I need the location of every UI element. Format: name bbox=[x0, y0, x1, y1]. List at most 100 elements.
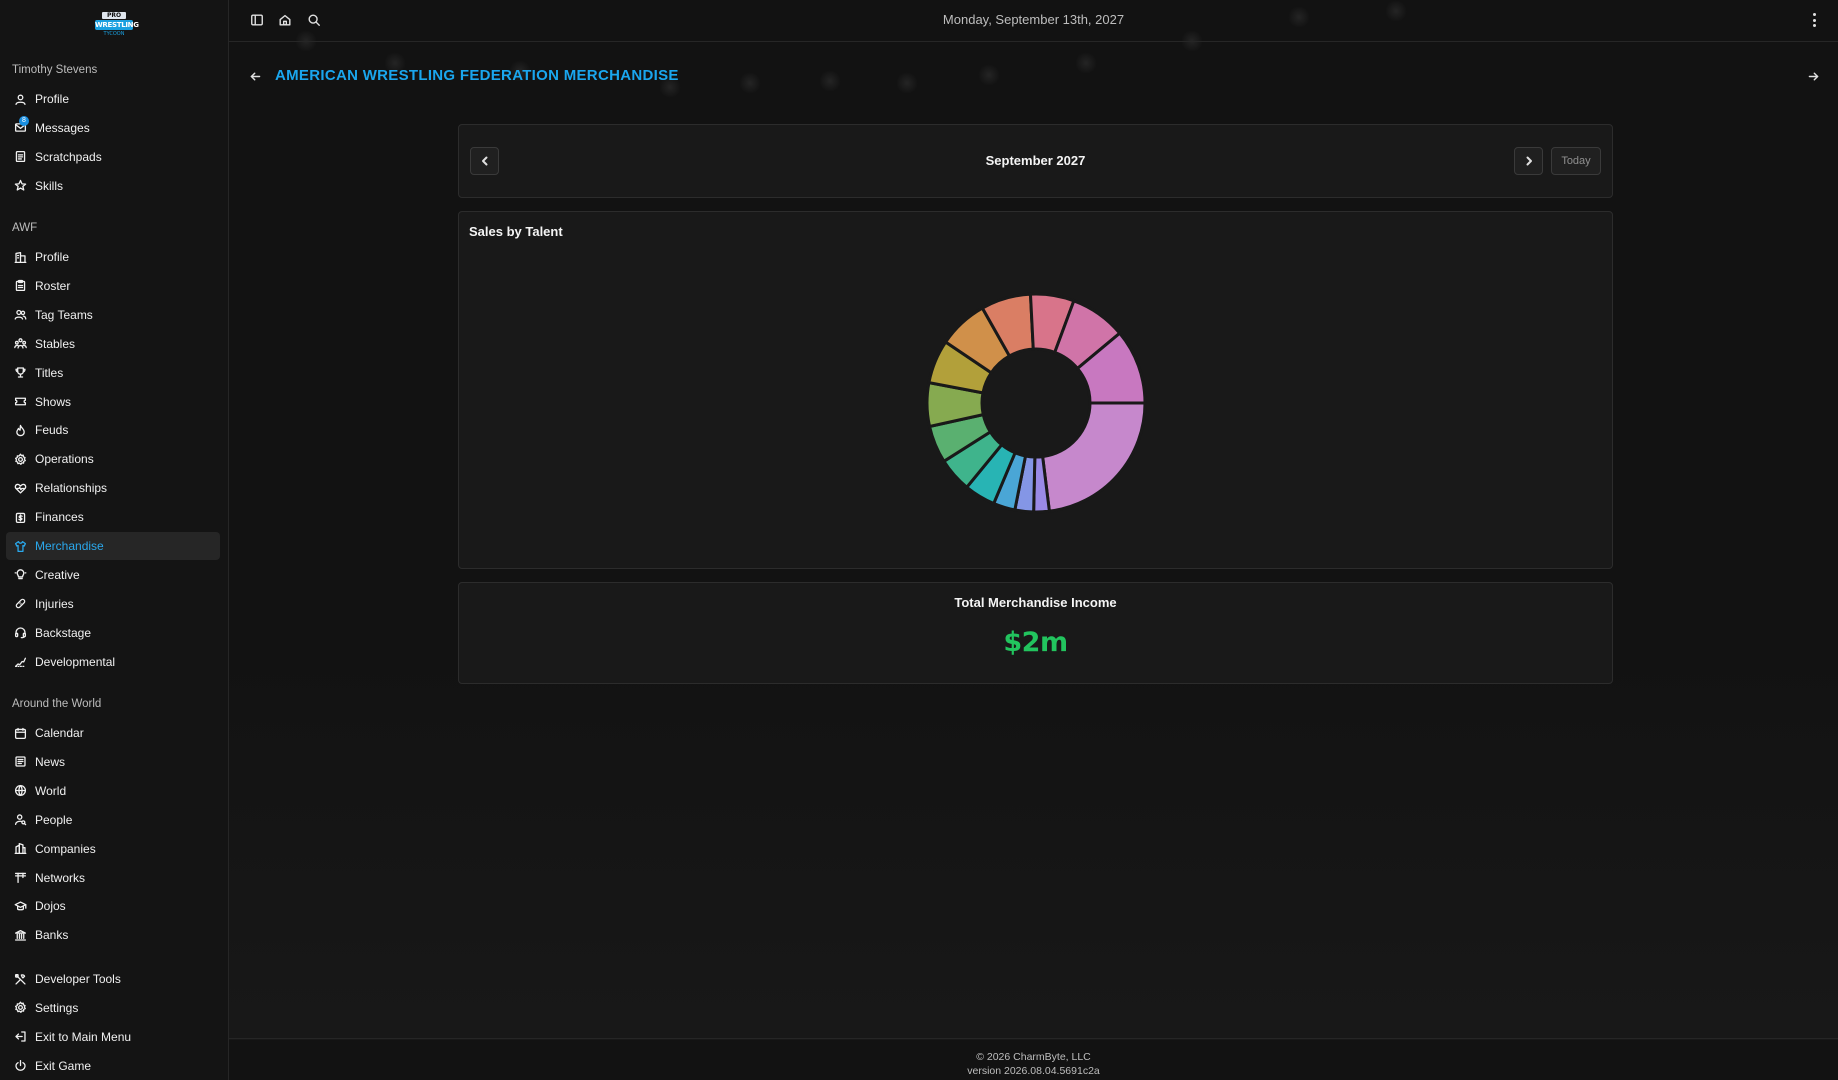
sidebar-item-skills[interactable]: Skills bbox=[6, 172, 220, 200]
heart-network-icon bbox=[13, 481, 27, 495]
sidebar-item-label: Creative bbox=[35, 567, 80, 582]
sidebar-item-label: Companies bbox=[35, 841, 96, 856]
sidebar-item-label: Networks bbox=[35, 870, 86, 885]
today-button[interactable]: Today bbox=[1551, 147, 1601, 175]
headset-icon bbox=[13, 626, 27, 640]
sidebar-item-label: Backstage bbox=[35, 625, 92, 640]
sidebar-item-profile[interactable]: Profile bbox=[6, 85, 220, 113]
trophy-icon bbox=[13, 366, 27, 380]
sidebar-item-creative[interactable]: Creative bbox=[6, 561, 220, 589]
logo-line-1: PRO bbox=[102, 12, 126, 19]
sidebar-item-networks[interactable]: Networks bbox=[6, 864, 220, 892]
sidebar-item-relationships[interactable]: Relationships bbox=[6, 474, 220, 502]
income-value: $2m bbox=[1003, 627, 1068, 658]
sidebar-item-messages[interactable]: 8 Messages bbox=[6, 114, 220, 142]
sidebar-item-dojos[interactable]: Dojos bbox=[6, 892, 220, 920]
sidebar-item-label: Scratchpads bbox=[35, 149, 102, 164]
sidebar-item-shows[interactable]: Shows bbox=[6, 388, 220, 416]
sidebar: PRO WRESTLING TYCOON Timothy Stevens Pro… bbox=[0, 0, 229, 1080]
month-label: September 2027 bbox=[985, 153, 1086, 168]
sidebar-item-banks[interactable]: Banks bbox=[6, 921, 220, 949]
users-icon bbox=[13, 308, 27, 322]
sidebar-item-roster[interactable]: Roster bbox=[6, 272, 220, 300]
forward-arrow-icon[interactable] bbox=[1805, 68, 1821, 84]
donut-slice-1[interactable] bbox=[1040, 401, 1147, 513]
sidebar-item-exit-game[interactable]: Exit Game bbox=[6, 1052, 220, 1080]
antenna-icon bbox=[13, 871, 27, 885]
footer: © 2026 CharmByte, LLC version 2026.08.04… bbox=[229, 1038, 1838, 1080]
sidebar-item-finances[interactable]: Finances bbox=[6, 503, 220, 531]
school-icon bbox=[13, 899, 27, 913]
power-icon bbox=[13, 1059, 27, 1073]
sidebar-item-label: News bbox=[35, 754, 66, 769]
sidebar-item-label: Profile bbox=[35, 250, 70, 264]
sidebar-item-stables[interactable]: Stables bbox=[6, 330, 220, 358]
chevron-right-icon bbox=[1526, 156, 1532, 166]
sidebar-item-label: Exit to Main Menu bbox=[35, 1029, 132, 1044]
group-icon bbox=[13, 337, 27, 351]
background-floor bbox=[229, 640, 1838, 1040]
clipboard-icon bbox=[13, 279, 27, 293]
sidebar-item-label: Exit Game bbox=[35, 1058, 92, 1073]
sidebar-item-label: Messages bbox=[35, 120, 90, 135]
sidebar-item-feuds[interactable]: Feuds bbox=[6, 416, 220, 444]
flame-icon bbox=[13, 423, 27, 437]
user-icon bbox=[13, 92, 27, 106]
sidebar-item-label: Profile bbox=[35, 92, 70, 106]
logo-line-3: TYCOON bbox=[103, 31, 125, 37]
version-text: version 2026.08.04.5691c2a bbox=[967, 1065, 1100, 1077]
sidebar-item-label: Relationships bbox=[35, 481, 108, 496]
game-logo[interactable]: PRO WRESTLING TYCOON bbox=[95, 9, 139, 39]
sidebar-item-operations[interactable]: Operations bbox=[6, 445, 220, 473]
section-title-company: AWF bbox=[12, 222, 38, 234]
sidebar-item-label: People bbox=[35, 812, 73, 827]
sidebar-item-label: Tag Teams bbox=[35, 307, 93, 322]
buildings-icon bbox=[13, 842, 27, 856]
sidebar-item-developer-tools[interactable]: Developer Tools bbox=[6, 965, 220, 993]
sidebar-item-world[interactable]: World bbox=[6, 777, 220, 805]
tools-icon bbox=[13, 972, 27, 986]
notepad-icon bbox=[13, 150, 27, 164]
gear-icon bbox=[13, 1001, 27, 1015]
sidebar-item-settings[interactable]: Settings bbox=[6, 994, 220, 1022]
calendar-icon bbox=[13, 726, 27, 740]
sidebar-item-label: Operations bbox=[35, 452, 94, 467]
sidebar-item-titles[interactable]: Titles bbox=[6, 359, 220, 387]
sidebar-item-label: Merchandise bbox=[35, 539, 104, 553]
building-icon bbox=[13, 250, 27, 264]
sidebar-item-label: Dojos bbox=[35, 899, 66, 914]
sidebar-item-backstage[interactable]: Backstage bbox=[6, 619, 220, 647]
cog-icon bbox=[13, 452, 27, 466]
sales-by-talent-card: Sales by Talent bbox=[458, 211, 1613, 569]
section-title-user: Timothy Stevens bbox=[12, 64, 98, 76]
sidebar-item-label: Banks bbox=[35, 928, 69, 943]
donut-chart bbox=[925, 292, 1147, 514]
top-bar: Monday, September 13th, 2027 bbox=[229, 0, 1838, 42]
sidebar-item-merchandise[interactable]: Merchandise bbox=[6, 532, 220, 560]
sidebar-item-label: Calendar bbox=[35, 726, 84, 740]
sidebar-item-injuries[interactable]: Injuries bbox=[6, 590, 220, 618]
mail-icon: 8 bbox=[13, 115, 29, 135]
sidebar-item-news[interactable]: News bbox=[6, 748, 220, 776]
income-title: Total Merchandise Income bbox=[954, 595, 1117, 610]
ticket-icon bbox=[13, 395, 27, 409]
section-title-world: Around the World bbox=[12, 698, 102, 710]
person-search-icon bbox=[13, 813, 27, 827]
sidebar-item-calendar[interactable]: Calendar bbox=[6, 719, 220, 747]
sidebar-item-label: Shows bbox=[35, 394, 72, 409]
sidebar-item-scratchpads[interactable]: Scratchpads bbox=[6, 143, 220, 171]
sidebar-item-tag-teams[interactable]: Tag Teams bbox=[6, 301, 220, 329]
sidebar-item-companies[interactable]: Companies bbox=[6, 835, 220, 863]
sidebar-item-people[interactable]: People bbox=[6, 806, 220, 834]
globe-icon bbox=[13, 784, 27, 798]
bandage-icon bbox=[13, 597, 27, 611]
sidebar-item-profile[interactable]: Profile bbox=[6, 243, 220, 271]
bank-icon bbox=[13, 928, 27, 942]
back-arrow-icon[interactable] bbox=[247, 68, 263, 84]
next-month-button[interactable] bbox=[1514, 147, 1543, 175]
sidebar-item-developmental[interactable]: Developmental bbox=[6, 648, 220, 676]
sidebar-item-label: Finances bbox=[35, 510, 84, 525]
sidebar-item-label: Stables bbox=[35, 336, 76, 351]
sidebar-item-exit-to-main-menu[interactable]: Exit to Main Menu bbox=[6, 1023, 220, 1051]
more-options-icon[interactable] bbox=[1810, 11, 1818, 29]
